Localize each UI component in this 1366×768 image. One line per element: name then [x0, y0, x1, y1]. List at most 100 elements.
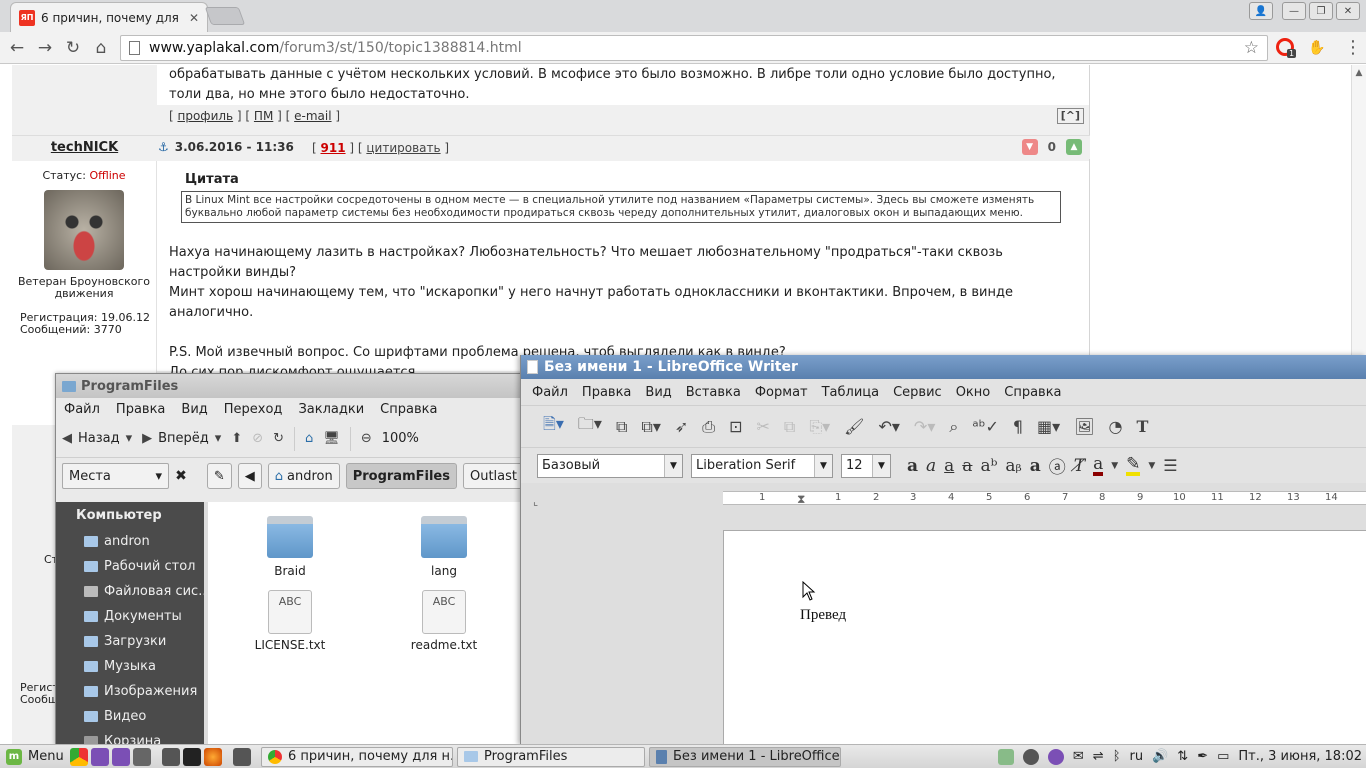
path-segment-outlast[interactable]: Outlast — [462, 463, 524, 489]
cut-icon[interactable]: ✂ — [756, 417, 769, 436]
menu-table[interactable]: Таблица — [822, 385, 880, 400]
spelling-icon[interactable]: ᵃᵇ✓ — [972, 417, 999, 436]
fm-titlebar[interactable]: ProgramFiles — [56, 374, 524, 398]
show-desktop-icon[interactable] — [162, 747, 180, 766]
save-icon[interactable]: ⧉ — [616, 417, 627, 437]
superscript-icon[interactable]: aᵇ — [980, 456, 997, 476]
menu-window[interactable]: Окно — [956, 385, 991, 400]
menu-file[interactable]: Файл — [532, 385, 568, 400]
highlight-icon[interactable]: ✎ — [1126, 455, 1141, 476]
insert-table-icon[interactable]: ▦▾ — [1037, 417, 1060, 436]
clear-formatting-icon[interactable]: T̸ — [1074, 456, 1085, 476]
user-profile-icon[interactable]: 👤 — [1249, 2, 1273, 20]
post-number-link[interactable]: 911 — [321, 141, 346, 155]
fm-menu-help[interactable]: Справка — [380, 402, 437, 417]
thumbs-up-icon[interactable]: ▲ — [1066, 139, 1082, 155]
scroll-up-arrow-icon[interactable]: ▲ — [1352, 68, 1366, 78]
fm-menu-edit[interactable]: Правка — [116, 402, 165, 417]
document-text[interactable]: Превед — [800, 607, 846, 624]
viber-launcher-icon[interactable] — [91, 747, 109, 766]
bookmark-star-icon[interactable]: ☆ — [1244, 38, 1259, 58]
pm-link[interactable]: ПМ — [254, 109, 273, 123]
task-writer-window[interactable]: Без имени 1 - LibreOffice... — [649, 746, 841, 767]
stop-icon[interactable]: ⊘ — [252, 431, 263, 446]
installer-launcher-icon[interactable] — [133, 747, 151, 766]
language-indicator[interactable]: ru — [1130, 749, 1144, 764]
sidebar-item-music[interactable]: Музыка — [56, 654, 204, 679]
font-size-select[interactable]: 12 ▼ — [841, 453, 891, 478]
sidebar-item-downloads[interactable]: Загрузки — [56, 629, 204, 654]
pen-icon[interactable]: ✒ — [1197, 749, 1208, 764]
post-username[interactable]: techNICK — [12, 140, 157, 155]
insert-image-icon[interactable]: 🖼 — [1074, 417, 1094, 436]
start-menu-button[interactable]: m Menu — [0, 748, 70, 765]
email-link[interactable]: e-mail — [294, 109, 331, 123]
file-item[interactable]: ABC readme.txt — [394, 590, 494, 652]
sidebar-item-pictures[interactable]: Изображения — [56, 679, 204, 704]
writer-titlebar[interactable]: Без имени 1 - LibreOffice Writer — [521, 355, 1366, 379]
sidebar-item-trash[interactable]: Корзина — [56, 729, 204, 744]
sidebar-item-documents[interactable]: Документы — [56, 604, 204, 629]
sidebar-item-desktop[interactable]: Рабочий стол — [56, 554, 204, 579]
chevron-down-icon[interactable]: ▼ — [1111, 461, 1118, 471]
back-button[interactable]: ◀ Назад ▾ — [62, 431, 132, 446]
task-filemanager-window[interactable]: ProgramFiles — [457, 746, 645, 767]
browser-tab[interactable]: ЯП 6 причин, почему для ✕ — [10, 2, 208, 32]
export-pdf-icon[interactable]: ➶ — [675, 417, 688, 436]
clone-formatting-icon[interactable]: 🖌 — [844, 417, 864, 436]
quote-link[interactable]: цитировать — [366, 141, 440, 155]
outline-icon[interactable]: ⓐ — [1049, 453, 1066, 478]
viber-launcher-2-icon[interactable] — [112, 747, 130, 766]
sidebar-item-andron[interactable]: andron — [56, 529, 204, 554]
forward-button[interactable]: ▶ Вперёд ▾ — [142, 431, 221, 446]
sidebar-item-filesystem[interactable]: Файловая сис... — [56, 579, 204, 604]
scroll-up-button[interactable]: [^] — [1056, 108, 1084, 124]
italic-icon[interactable]: a — [926, 456, 936, 476]
font-name-select[interactable]: Liberation Serif ▼ — [691, 453, 833, 478]
zoom-out-icon[interactable]: ⊖ — [361, 431, 372, 446]
viber-tray-icon[interactable] — [1047, 748, 1064, 765]
subscript-icon[interactable]: aᵦ — [1005, 456, 1021, 476]
underline-icon[interactable]: a — [944, 456, 954, 476]
firefox-launcher-icon[interactable] — [204, 747, 222, 766]
open-icon[interactable]: 🗀▾ — [578, 413, 602, 440]
bold-icon[interactable]: a — [907, 456, 918, 476]
file-item[interactable]: Braid — [240, 516, 340, 578]
undo-icon[interactable]: ↶▾ — [878, 417, 899, 436]
task-chrome-window[interactable]: 6 причин, почему для н... — [261, 746, 453, 767]
path-segment-programfiles[interactable]: ProgramFiles — [345, 463, 457, 489]
insert-textbox-icon[interactable]: T — [1136, 417, 1148, 436]
close-sidebar-icon[interactable]: ✖ — [175, 468, 187, 484]
chevron-down-icon[interactable]: ▼ — [1148, 461, 1155, 471]
thumbs-down-icon[interactable]: ▼ — [1021, 139, 1038, 155]
anchor-icon[interactable]: ⚓ — [158, 140, 169, 154]
maximize-button[interactable]: ❐ — [1309, 2, 1333, 20]
formatting-marks-icon[interactable]: ¶ — [1013, 417, 1023, 436]
forward-icon[interactable]: → — [34, 37, 56, 59]
menu-edit[interactable]: Правка — [582, 385, 631, 400]
usb-icon[interactable]: ⇌ — [1093, 749, 1104, 764]
cloud-icon[interactable] — [1022, 748, 1039, 765]
print-preview-icon[interactable]: ⊡ — [729, 417, 742, 436]
menu-help[interactable]: Справка — [1004, 385, 1061, 400]
paragraph-style-select[interactable]: Базовый ▼ — [537, 453, 683, 478]
font-color-icon[interactable]: a — [1093, 455, 1104, 476]
shield-icon[interactable] — [997, 748, 1014, 765]
volume-icon[interactable]: 🔊 — [1152, 749, 1168, 764]
page-info-icon[interactable] — [129, 41, 140, 55]
find-icon[interactable]: ⌕ — [949, 417, 958, 437]
export-icon[interactable]: ⧉▾ — [641, 417, 660, 437]
fm-menu-file[interactable]: Файл — [64, 402, 100, 417]
redo-icon[interactable]: ↷▾ — [914, 417, 935, 436]
clock[interactable]: Пт., 3 июня, 18:02 — [1238, 749, 1362, 764]
fm-menu-go[interactable]: Переход — [224, 402, 283, 417]
mail-icon[interactable]: ✉ — [1073, 749, 1084, 764]
path-segment-andron[interactable]: ⌂ andron — [267, 463, 340, 489]
workspace-icon[interactable] — [233, 747, 251, 766]
new-tab-button[interactable] — [204, 7, 246, 25]
extension-2-icon[interactable]: ✋ — [1308, 40, 1325, 56]
bluetooth-icon[interactable]: ᛒ — [1113, 749, 1121, 764]
sidebar-item-videos[interactable]: Видео — [56, 704, 204, 729]
network-icon[interactable]: ⇅ — [1177, 749, 1188, 764]
file-item[interactable]: ABC LICENSE.txt — [240, 590, 340, 652]
